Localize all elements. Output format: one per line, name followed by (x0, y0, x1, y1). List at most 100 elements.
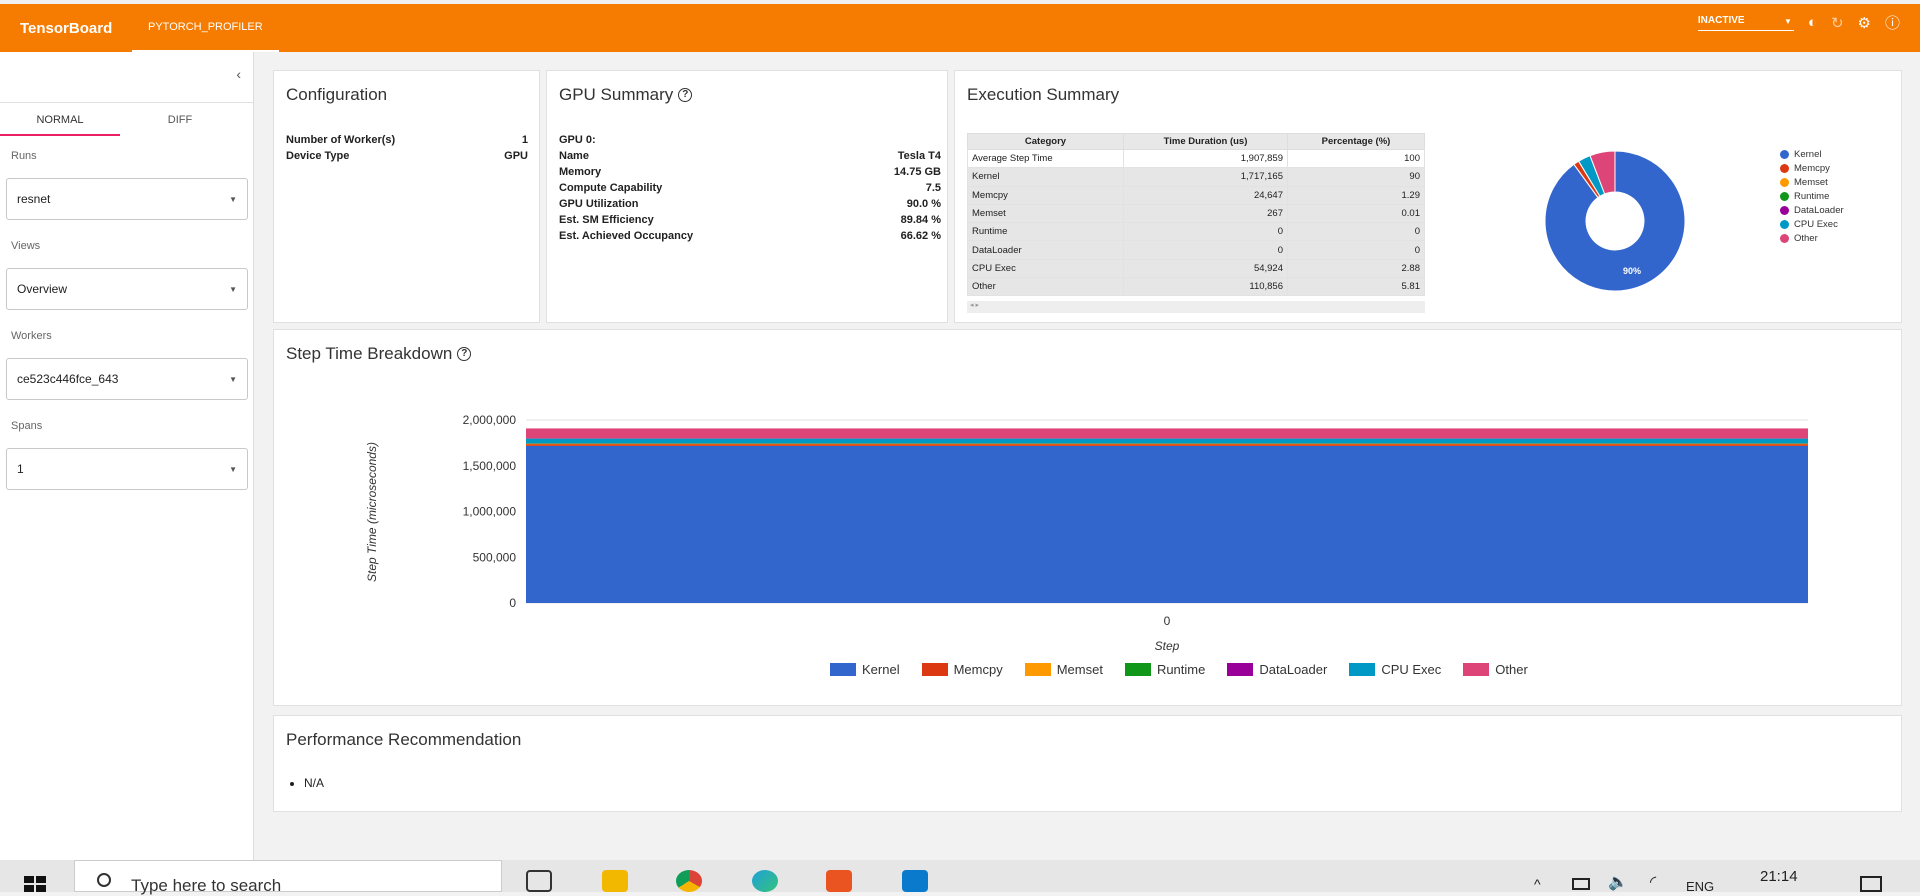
y-tick-label: 1,000,000 (463, 505, 517, 519)
table-cell: 1,907,859 (1123, 148, 1288, 169)
runs-label: Runs (11, 150, 37, 162)
spans-label: Spans (11, 420, 43, 432)
tab-normal[interactable]: NORMAL (0, 103, 120, 136)
file-explorer-icon[interactable] (602, 870, 628, 892)
volume-icon[interactable]: 🔈 (1608, 872, 1628, 892)
legend-label: Memset (1056, 662, 1103, 677)
pie-legend-item[interactable]: Memcpy (1780, 161, 1844, 175)
execution-pie-chart: 90% (1544, 150, 1686, 292)
table-cell: Kernel (967, 167, 1124, 187)
table-scrollbar[interactable]: ◂ ▸ (967, 301, 1425, 313)
gpu-key: Compute Capability (559, 182, 663, 194)
table-header[interactable]: Percentage (%) (1287, 133, 1425, 150)
y-tick-label: 500,000 (473, 550, 517, 564)
runs-select[interactable]: resnet ▼ (6, 178, 248, 220)
gpu-summary-title: GPU Summary ? (559, 85, 693, 105)
chart-legend-item[interactable]: DataLoader (1227, 662, 1327, 677)
table-cell: 0 (1287, 240, 1425, 260)
recommendation-title: Performance Recommendation (286, 730, 522, 749)
pie-legend-item[interactable]: Memset (1780, 175, 1844, 189)
chart-legend-item[interactable]: Runtime (1124, 662, 1205, 677)
pie-legend-item[interactable]: Kernel (1780, 147, 1844, 161)
recommendation-list: N/A (304, 776, 324, 790)
table-cell: Runtime (967, 222, 1124, 242)
tab-diff[interactable]: DIFF (120, 103, 240, 136)
area-band-other[interactable] (526, 428, 1808, 439)
legend-swatch (1124, 663, 1151, 676)
runs-select-value: resnet (17, 192, 51, 206)
table-header[interactable]: Category (967, 133, 1124, 150)
legend-dot (1780, 191, 1789, 201)
tab-pytorch-profiler[interactable]: PYTORCH_PROFILER (132, 4, 279, 52)
table-cell: 2.88 (1287, 258, 1425, 279)
taskbar-search-input[interactable]: Type here to search (74, 860, 502, 895)
legend-swatch (1349, 663, 1376, 676)
table-header[interactable]: Time Duration (us) (1123, 133, 1288, 150)
notification-icon[interactable] (1860, 876, 1882, 892)
table-row: Runtime 0 0 (967, 222, 1425, 242)
collapse-sidebar-icon[interactable]: ‹ (236, 66, 241, 82)
pie-legend-item[interactable]: DataLoader (1780, 203, 1844, 217)
gpu-value: 14.75 GB (893, 166, 941, 178)
table-cell: 1,717,165 (1123, 167, 1288, 187)
chart-legend-item[interactable]: Other (1463, 662, 1528, 677)
table-cell: 5.81 (1287, 277, 1425, 297)
vscode-icon[interactable] (902, 870, 928, 892)
chart-legend-item[interactable]: Memcpy (921, 662, 1003, 677)
search-placeholder: Type here to search (131, 876, 282, 895)
area-band-cpu-exec[interactable] (526, 438, 1808, 444)
pie-legend-item[interactable]: Other (1780, 231, 1844, 245)
table-cell: 90 (1287, 167, 1425, 187)
execution-summary-table: Category Time Duration (us) Percentage (… (967, 133, 1425, 297)
legend-label: Memcpy (953, 662, 1003, 677)
table-row: DataLoader 0 0 (967, 240, 1425, 260)
network-icon[interactable]: ◜ (1650, 872, 1656, 892)
legend-dot (1780, 177, 1789, 187)
config-value: 1 (521, 134, 528, 146)
plugin-select[interactable]: INACTIVE ▼ (1697, 15, 1794, 31)
pie-legend-item[interactable]: CPU Exec (1780, 217, 1844, 231)
task-view-icon[interactable] (526, 870, 552, 892)
battery-icon[interactable] (1572, 878, 1590, 890)
views-select[interactable]: Overview ▼ (6, 268, 248, 310)
table-cell: Other (967, 277, 1124, 297)
gpu-row: GPU Utilization 90.0 % (559, 198, 941, 210)
gpu-label-row: GPU 0: (559, 134, 941, 146)
legend-label: CPU Exec (1794, 218, 1838, 230)
windows-start-icon[interactable] (24, 876, 46, 892)
gpu-summary-card: GPU Summary ? GPU 0: Name Tesla T4 Memor… (546, 70, 948, 323)
table-row: Other 110,856 5.81 (967, 277, 1425, 297)
pie-legend-item[interactable]: Runtime (1780, 189, 1844, 203)
legend-dot (1780, 219, 1789, 229)
table-cell: Average Step Time (967, 148, 1124, 169)
configuration-title: Configuration (286, 85, 388, 104)
chart-legend-item[interactable]: Kernel (830, 662, 900, 677)
help-circle-icon[interactable]: ? (678, 88, 693, 102)
ubuntu-icon[interactable] (826, 870, 852, 892)
table-row: Average Step Time 1,907,859 100 (967, 148, 1425, 169)
chevron-down-icon: ▼ (229, 194, 237, 204)
taskbar-clock[interactable]: 21:14 (1760, 868, 1798, 885)
workers-select[interactable]: ce523c446fce_643 ▼ (6, 358, 248, 400)
chart-legend-item[interactable]: Memset (1024, 662, 1103, 677)
config-key: Device Type (286, 150, 350, 162)
dark-mode-icon[interactable]: ◐ (1808, 14, 1817, 31)
legend-label: DataLoader (1259, 662, 1328, 677)
edge-icon[interactable] (752, 870, 778, 892)
chrome-icon[interactable] (676, 870, 702, 892)
settings-icon[interactable]: ⚙ (1858, 14, 1871, 32)
area-band-kernel[interactable] (526, 445, 1808, 603)
area-band-memset[interactable] (526, 443, 1808, 445)
help-icon[interactable]: ⓘ (1885, 12, 1900, 33)
reload-icon[interactable]: ↻ (1831, 14, 1844, 32)
tray-chevron-icon[interactable]: ^ (1534, 876, 1541, 892)
table-row: Kernel 1,717,165 90 (967, 167, 1425, 187)
table-cell: DataLoader (967, 240, 1124, 260)
table-cell: CPU Exec (967, 258, 1124, 279)
step-time-card: Step Time Breakdown ? 0 500,000 1,000,000 1… (273, 329, 1902, 706)
spans-select[interactable]: 1 ▼ (6, 448, 248, 490)
chart-legend-item[interactable]: CPU Exec (1349, 662, 1441, 677)
gpu-row: Name Tesla T4 (559, 150, 941, 162)
gpu-row: Memory 14.75 GB (559, 166, 941, 178)
config-value: GPU (504, 150, 528, 162)
